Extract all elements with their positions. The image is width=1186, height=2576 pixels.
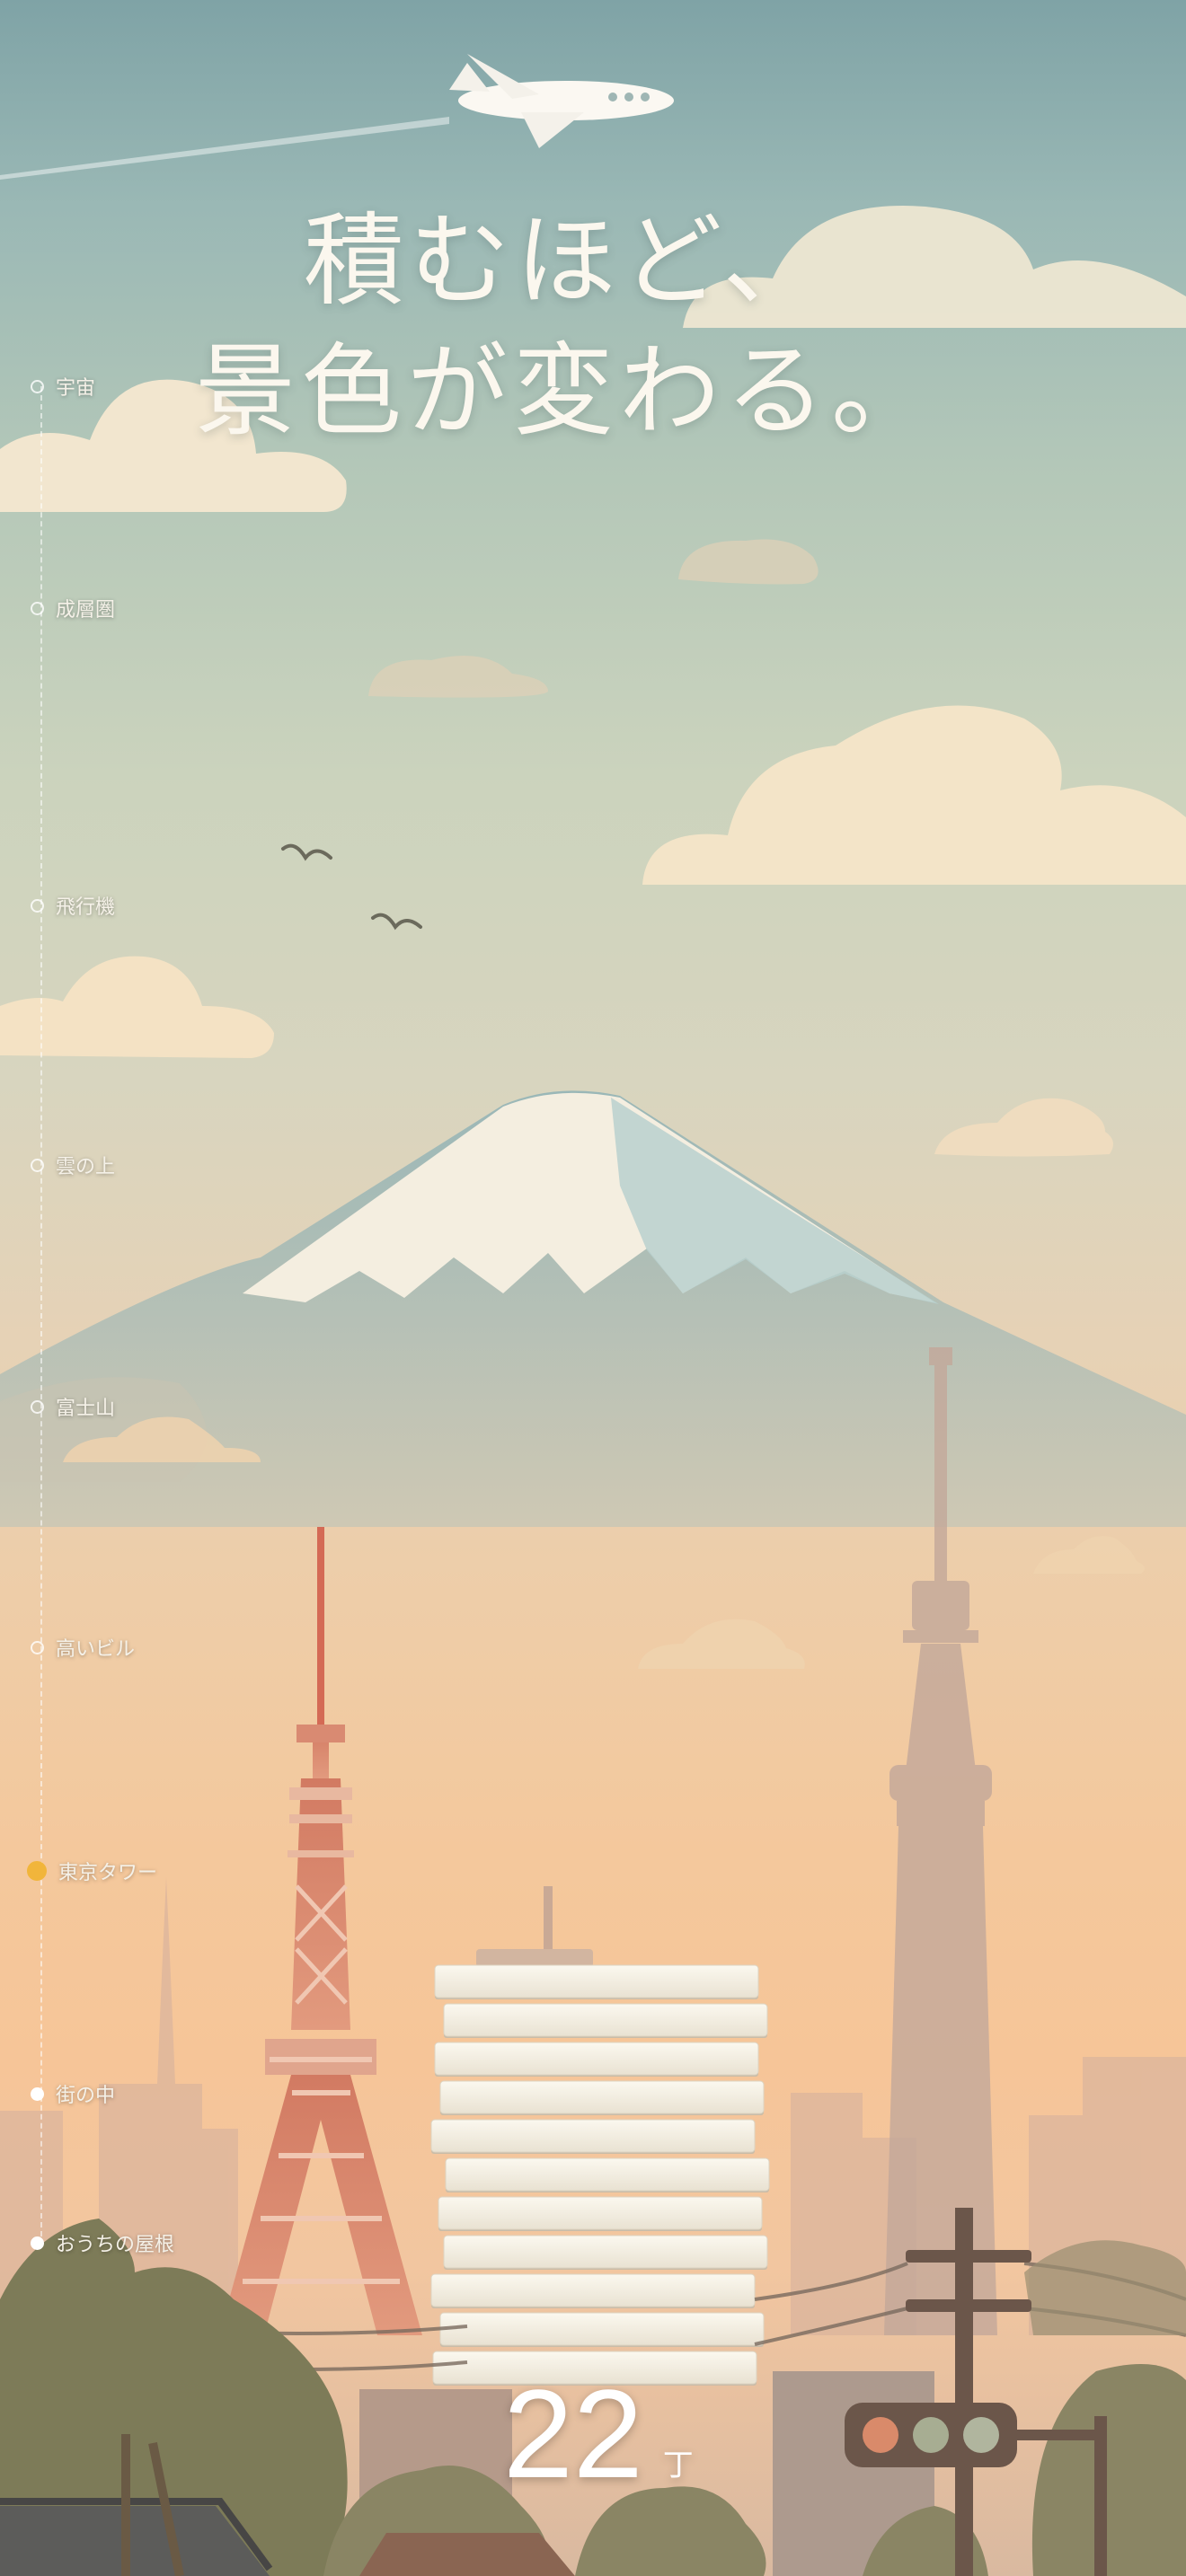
- timeline-stage[interactable]: 成層圏: [31, 595, 115, 622]
- stacked-block: [430, 2273, 756, 2307]
- timeline-stage[interactable]: おうちの屋根: [31, 2229, 174, 2256]
- cloud: [368, 539, 819, 698]
- traffic-light: [845, 2403, 1017, 2467]
- stack-count: 22: [503, 2363, 643, 2504]
- stacked-block: [439, 2080, 765, 2114]
- headline-line-2: 景色が変わる。: [195, 333, 937, 450]
- timeline-stage[interactable]: 街の中: [31, 2080, 115, 2107]
- timeline-stage-label: 富士山: [56, 1398, 116, 1420]
- airplane-icon: [0, 54, 674, 180]
- stage-dot: [31, 2086, 44, 2101]
- stage-dot: [31, 898, 44, 913]
- timeline-stage[interactable]: 富士山: [31, 1393, 115, 1420]
- timeline-stage[interactable]: 雲の上: [31, 1151, 115, 1178]
- stack-counter: 22 丁: [503, 2371, 694, 2497]
- stacked-block: [439, 2312, 765, 2346]
- stage-dot: [31, 601, 44, 615]
- timeline-stage-label: 宇宙: [56, 377, 96, 400]
- timeline-stage[interactable]: 東京タワー: [27, 1857, 158, 1884]
- timeline-stage-label: 街の中: [56, 2085, 116, 2107]
- timeline-stage-label: 高いビル: [56, 1638, 136, 1661]
- timeline-track: [40, 386, 42, 2245]
- current-stage-marker: [27, 1861, 47, 1881]
- stacked-block: [434, 1964, 759, 1998]
- tokyo-tower: [219, 1527, 422, 2335]
- stacked-block: [443, 2003, 768, 2037]
- stacked-block: [430, 2119, 756, 2153]
- stage-dot: [31, 1399, 44, 1414]
- stacked-block: [443, 2235, 768, 2269]
- stacked-block: [438, 2196, 763, 2230]
- stage-dot: [31, 1158, 44, 1172]
- timeline-stage[interactable]: 飛行機: [31, 892, 115, 919]
- timeline-stage-label: 飛行機: [56, 896, 116, 919]
- stacked-block: [434, 2042, 759, 2076]
- block-stack: [430, 1886, 770, 2386]
- timeline-stage[interactable]: 高いビル: [31, 1634, 135, 1661]
- stacked-block: [445, 2157, 770, 2192]
- timeline-stage[interactable]: 宇宙: [31, 373, 95, 400]
- timeline-stage-label: 成層圏: [56, 599, 116, 622]
- timeline-stage-label: 東京タワー: [58, 1862, 158, 1884]
- cloud: [642, 705, 1186, 885]
- stage-dot: [31, 1640, 44, 1654]
- bird-icon: [281, 843, 422, 931]
- stack-unit: 丁: [662, 2448, 694, 2483]
- stage-dot: [31, 2236, 44, 2250]
- timeline-stage-label: おうちの屋根: [56, 2234, 175, 2256]
- timeline-stage-label: 雲の上: [56, 1156, 116, 1178]
- cloud: [934, 1098, 1113, 1157]
- headline-line-1: 積むほど、: [303, 203, 829, 320]
- stage-dot: [31, 379, 44, 393]
